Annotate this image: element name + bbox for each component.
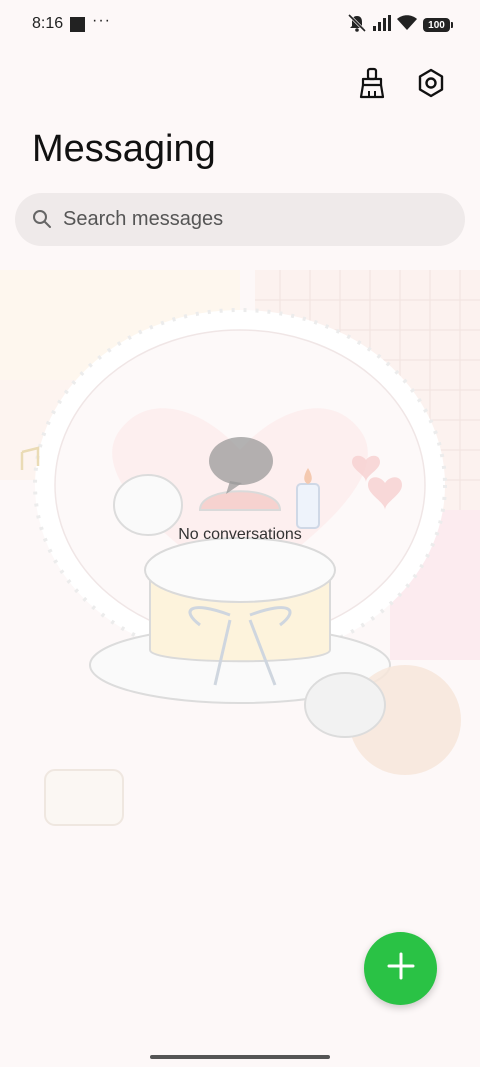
status-time: 8:16 [32,15,64,32]
clean-button[interactable] [354,67,390,103]
notification-square-icon [70,17,85,32]
home-indicator[interactable] [150,1055,330,1059]
broom-clean-icon [358,67,386,104]
page-title: Messaging [32,128,216,170]
status-bar: 8:16 ··· 100 [0,0,480,50]
empty-state-message: No conversations [178,526,302,543]
battery-level: 100 [428,19,445,31]
search-input[interactable] [63,193,443,246]
status-icons: 100 [347,13,453,37]
more-notifications-dots: ··· [92,12,111,29]
wifi-icon [397,14,417,36]
new-conversation-button[interactable] [364,932,437,1005]
signal-icon [373,14,391,36]
battery-icon: 100 [423,18,453,32]
search-icon [32,209,52,234]
plus-icon [385,950,417,987]
search-bar[interactable] [15,193,465,246]
settings-button[interactable] [413,67,449,103]
chat-bubble-icon [208,436,274,494]
mute-vibrate-icon [347,13,367,37]
wallpaper-illustration [0,270,480,870]
settings-hexagon-icon [416,68,446,103]
